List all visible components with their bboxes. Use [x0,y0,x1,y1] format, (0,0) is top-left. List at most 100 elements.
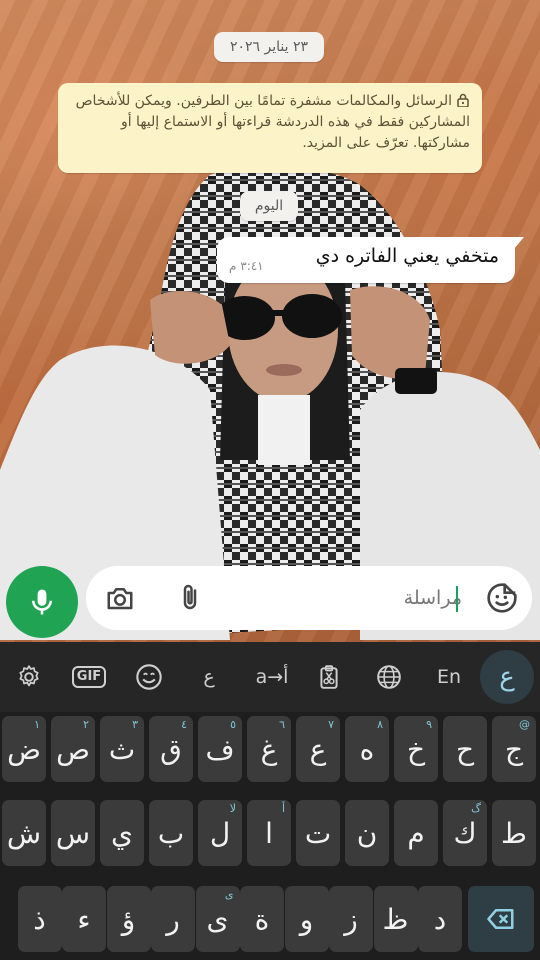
message-text: متخفي يعني الفاتره دي [315,245,499,267]
key-label: ق [160,732,182,766]
key-label: ى [206,902,229,936]
key-1-1[interactable]: ج @ [492,716,536,782]
key-hint: ٦ [279,718,285,731]
message-composer[interactable] [86,566,532,630]
date-chip: ٢٣ يناير ٢٠٢٦ [214,32,324,62]
key-3-3[interactable]: ز [329,886,373,952]
key-1-10[interactable]: ص٢ [51,716,95,782]
english-language-label: En [436,666,462,688]
key-hint: ٩ [426,718,432,731]
key-2-7[interactable]: ل لا [198,800,242,866]
key-label: ظ [382,902,409,936]
key-label: ت [304,816,332,850]
arabic-language-label: ع [499,662,515,692]
globe-icon[interactable] [368,656,410,698]
transliteration-label: a→أ [255,666,289,688]
key-2-11[interactable]: ش [2,800,46,866]
key-1-9[interactable]: ث٣ [100,716,144,782]
handwriting-button[interactable]: ع [188,656,230,698]
key-label: ع [309,732,327,766]
key-2-6[interactable]: اأ [247,800,291,866]
settings-icon[interactable] [8,656,50,698]
transliteration-button[interactable]: a→أ [248,656,296,698]
key-hint: أ [281,802,285,815]
key-label: ذ [33,902,46,936]
sticker-icon[interactable] [486,582,518,614]
emoji-icon[interactable] [128,656,170,698]
key-2-2[interactable]: كگ [443,800,487,866]
key-label: ف [205,732,235,766]
backspace-icon [487,909,514,929]
key-label: ص [56,732,90,766]
key-label: ث [108,732,136,766]
key-1-7[interactable]: ف٥ [198,716,242,782]
key-1-8[interactable]: ق٤ [149,716,193,782]
key-label: ز [344,902,358,936]
key-1-3[interactable]: خ٩ [394,716,438,782]
key-3-10[interactable]: ذ [17,886,62,952]
key-label: ل [209,816,231,850]
keyboard-toolbar: GIF ع a→أ En ع [0,642,540,712]
key-3-8[interactable]: ؤ [106,886,151,952]
key-label: ط [501,816,527,850]
key-2-3[interactable]: م [394,800,438,866]
key-label: خ [406,732,426,766]
arabic-language-button[interactable]: ع [480,650,534,704]
key-hint: ٨ [377,718,383,731]
camera-icon[interactable] [104,582,136,614]
key-label: ش [6,816,42,850]
key-hint: ٢ [83,718,89,731]
key-1-6[interactable]: غ٦ [247,716,291,782]
key-3-5[interactable]: ة [240,886,284,952]
key-3-6[interactable]: ىى [195,886,240,952]
key-label: ض [7,732,41,766]
key-hint: ١ [34,718,40,731]
key-label: ء [77,902,91,936]
keyboard: GIF ع a→أ En ع ج @ ح خ ٩ ه ٨ ع ٧ غ ٦ ف ٥ ق ٤ ث ٣ ص ٢ ض ١ ط ك گ م… [0,642,540,960]
key-1-11[interactable]: ض١ [2,716,46,782]
english-language-button[interactable]: En [428,656,470,698]
key-label: ر [166,902,180,936]
key-label: ن [356,816,378,850]
key-2-9[interactable]: ي [100,800,144,866]
key-2-8[interactable]: ب [149,800,193,866]
key-2-10[interactable]: س [51,800,95,866]
key-3-7[interactable]: ر [151,886,195,952]
key-1-4[interactable]: ه٨ [345,716,389,782]
key-hint: ٧ [328,718,334,731]
key-hint: ٤ [181,718,187,731]
key-label: ح [455,732,475,766]
gif-label: GIF [71,666,107,688]
key-hint: ى [224,888,234,901]
key-2-5[interactable]: ت [296,800,340,866]
key-label: ك [453,816,477,850]
today-chip: اليوم [240,191,298,221]
lock-icon [456,93,470,108]
key-2-4[interactable]: ن [345,800,389,866]
key-2-1[interactable]: ط [492,800,536,866]
key-label: ا [265,816,273,850]
encryption-notice[interactable]: الرسائل والمكالمات مشفرة تمامًا بين الطر… [58,83,482,173]
voice-record-button[interactable] [6,566,78,638]
key-hint: ٣ [132,718,138,731]
key-label: ي [111,816,133,850]
clipboard-icon[interactable] [308,656,350,698]
key-1-2[interactable]: ح [443,716,487,782]
key-3-4[interactable]: و [284,886,329,952]
gif-button[interactable]: GIF [68,656,110,698]
backspace-key[interactable] [468,886,534,952]
paperclip-icon[interactable] [174,582,206,614]
key-hint: @ [519,718,530,731]
key-label: م [407,816,425,850]
key-label: ج [504,732,524,766]
encryption-notice-text: الرسائل والمكالمات مشفرة تمامًا بين الطر… [75,93,470,151]
message-input[interactable] [262,580,462,616]
key-label: ؤ [121,902,136,936]
key-1-5[interactable]: ع٧ [296,716,340,782]
key-3-1[interactable]: د [418,886,462,952]
handwriting-label: ع [203,666,215,688]
key-3-2[interactable]: ظ [373,886,418,952]
key-hint: گ [471,802,481,815]
incoming-message-bubble[interactable]: متخفي يعني الفاتره دي ٣:٤١ م [217,237,524,283]
key-3-9[interactable]: ء [62,886,106,952]
